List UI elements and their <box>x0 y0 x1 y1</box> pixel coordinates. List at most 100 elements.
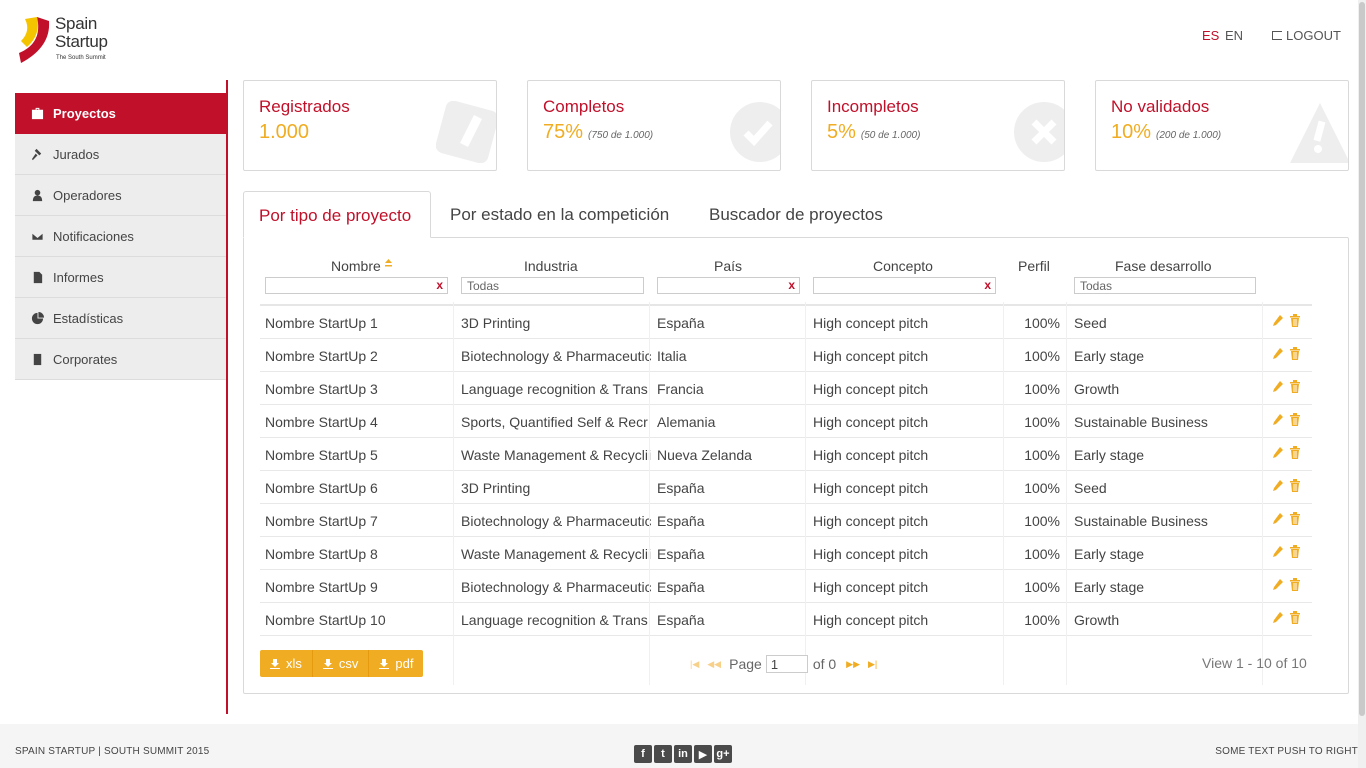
delete-icon[interactable] <box>1289 446 1301 459</box>
sidebar-item-operadores[interactable]: Operadores <box>15 175 226 216</box>
sidebar-item-notificaciones[interactable]: Notificaciones <box>15 216 226 257</box>
sidebar-item-proyectos[interactable]: Proyectos <box>15 93 226 134</box>
delete-icon[interactable] <box>1289 479 1301 492</box>
edit-icon[interactable] <box>1272 512 1284 525</box>
stat-title: No validados <box>1111 97 1210 116</box>
scrollbar[interactable] <box>1358 0 1366 768</box>
linkedin-icon[interactable]: in <box>674 745 692 763</box>
edit-icon[interactable] <box>1272 347 1284 360</box>
export-buttons: xls csv pdf <box>260 650 424 677</box>
edit-icon[interactable] <box>1272 380 1284 393</box>
cell-fase: Early stage <box>1074 546 1145 562</box>
edit-icon[interactable] <box>1272 611 1284 624</box>
export-csv-button[interactable]: csv <box>312 650 370 677</box>
tab-por-estado[interactable]: Por estado en la competición <box>435 191 684 238</box>
lang-en-link[interactable]: EN <box>1225 28 1243 43</box>
clear-filter-button[interactable]: x <box>984 278 991 292</box>
lang-es-link[interactable]: ES <box>1202 28 1219 43</box>
youtube-icon[interactable]: ▶ <box>694 745 712 763</box>
cell-concepto: High concept pitch <box>813 414 929 430</box>
delete-icon[interactable] <box>1289 545 1301 558</box>
sidebar-item-label: Proyectos <box>53 105 116 121</box>
clear-filter-button[interactable]: x <box>788 278 795 292</box>
clear-filter-button[interactable]: x <box>436 278 443 292</box>
tab-buscador[interactable]: Buscador de proyectos <box>694 191 898 238</box>
edit-icon[interactable] <box>1272 578 1284 591</box>
col-perfil-header[interactable]: Perfil <box>1018 258 1050 274</box>
cell-concepto: High concept pitch <box>813 579 929 595</box>
filter-concepto-input[interactable]: x <box>813 277 996 294</box>
x-icon <box>1014 102 1064 162</box>
delete-icon[interactable] <box>1289 611 1301 624</box>
col-nombre-header[interactable]: Nombre <box>331 258 392 274</box>
edit-icon[interactable] <box>1272 479 1284 492</box>
delete-icon[interactable] <box>1289 380 1301 393</box>
table-row[interactable]: Nombre StartUp 4 Sports, Quantified Self … <box>260 405 1312 438</box>
cell-industria: Sports, Quantified Self & Recr <box>461 414 648 430</box>
sort-asc-icon[interactable] <box>384 259 392 267</box>
scrollbar-thumb[interactable] <box>1359 2 1365 716</box>
tab-por-tipo[interactable]: Por tipo de proyecto <box>243 191 431 238</box>
sidebar-item-label: Jurados <box>53 146 100 162</box>
table-row[interactable]: Nombre StartUp 10 Language recognition & … <box>260 603 1312 636</box>
sidebar-item-informes[interactable]: Informes <box>15 257 226 298</box>
delete-icon[interactable] <box>1289 578 1301 591</box>
cell-fase: Seed <box>1074 480 1107 496</box>
table-row[interactable]: Nombre StartUp 1 3D Printing España High co… <box>260 306 1312 339</box>
logout-icon <box>1272 31 1282 40</box>
export-xls-button[interactable]: xls <box>260 650 313 677</box>
first-page-icon[interactable]: |◀ <box>690 659 699 670</box>
edit-icon[interactable] <box>1272 545 1284 558</box>
logo-mark-icon <box>19 17 50 63</box>
google-plus-icon[interactable]: g+ <box>714 745 732 763</box>
filter-industria-select[interactable]: Todas <box>461 277 644 294</box>
col-pais-header[interactable]: País <box>714 258 742 274</box>
logo[interactable]: Spain Startup The South Summit <box>17 15 127 65</box>
sidebar-item-label: Corporates <box>53 351 118 367</box>
page-of-label: of 0 <box>812 656 837 672</box>
cell-fase: Early stage <box>1074 447 1145 463</box>
column-separator <box>1066 302 1067 685</box>
header: Spain Startup The South Summit ES EN LOG… <box>0 0 1366 80</box>
export-pdf-button[interactable]: pdf <box>369 650 424 677</box>
table-row[interactable]: Nombre StartUp 7 Biotechnology & Pharmace… <box>260 504 1312 537</box>
last-page-icon[interactable]: ▶| <box>868 659 877 670</box>
table-row[interactable]: Nombre StartUp 8 Waste Management & Recyc… <box>260 537 1312 570</box>
col-industria-header[interactable]: Industria <box>524 258 578 274</box>
cell-nombre: Nombre StartUp 5 <box>265 447 378 463</box>
page-number-input[interactable] <box>765 655 808 673</box>
sidebar-item-corporates[interactable]: Corporates <box>15 339 226 380</box>
row-actions <box>1272 380 1301 393</box>
col-concepto-header[interactable]: Concepto <box>873 258 933 274</box>
prev-page-icon[interactable]: ◀◀ <box>707 659 721 670</box>
table-row[interactable]: Nombre StartUp 6 3D Printing España High co… <box>260 471 1312 504</box>
filter-fase-select[interactable]: Todas <box>1074 277 1256 294</box>
cell-industria: Biotechnology & Pharmaceutic <box>461 579 651 595</box>
edit-icon[interactable] <box>1272 413 1284 426</box>
delete-icon[interactable] <box>1289 347 1301 360</box>
col-fase-header[interactable]: Fase desarrollo <box>1115 258 1212 274</box>
logout-button[interactable]: LOGOUT <box>1272 28 1341 43</box>
table-row[interactable]: Nombre StartUp 2 Biotechnology & Pharmace… <box>260 339 1312 372</box>
sidebar-item-estadisticas[interactable]: Estadísticas <box>15 298 226 339</box>
table-row[interactable]: Nombre StartUp 9 Biotechnology & Pharmace… <box>260 570 1312 603</box>
table-row[interactable]: Nombre StartUp 5 Waste Management & Recyc… <box>260 438 1312 471</box>
edit-icon[interactable] <box>1272 314 1284 327</box>
filter-pais-input[interactable]: x <box>657 277 800 294</box>
facebook-icon[interactable]: f <box>634 745 652 763</box>
delete-icon[interactable] <box>1289 314 1301 327</box>
stat-value: 5% (50 de 1.000) <box>827 121 921 143</box>
edit-icon[interactable] <box>1272 446 1284 459</box>
filter-nombre-input[interactable]: x <box>265 277 448 294</box>
cell-industria: Language recognition & Trans <box>461 612 648 628</box>
delete-icon[interactable] <box>1289 512 1301 525</box>
delete-icon[interactable] <box>1289 413 1301 426</box>
table-row[interactable]: Nombre StartUp 3 Language recognition & T… <box>260 372 1312 405</box>
twitter-icon[interactable]: t <box>654 745 672 763</box>
cell-pais: Nueva Zelanda <box>657 447 752 463</box>
cell-perfil: 100% <box>1024 480 1060 496</box>
cell-nombre: Nombre StartUp 1 <box>265 315 378 331</box>
row-actions <box>1272 314 1301 327</box>
sidebar-item-jurados[interactable]: Jurados <box>15 134 226 175</box>
next-page-icon[interactable]: ▶▶ <box>846 659 860 670</box>
